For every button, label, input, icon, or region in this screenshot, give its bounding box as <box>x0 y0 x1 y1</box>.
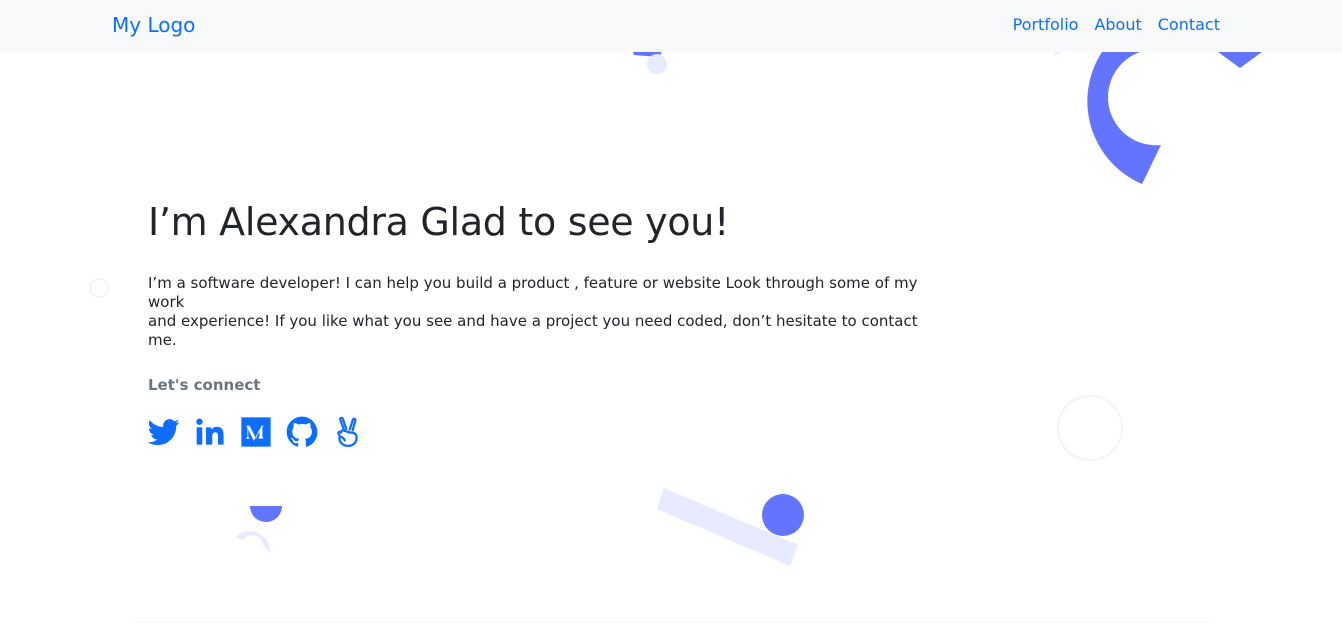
deco-small-line <box>1052 52 1062 56</box>
connect-label: Let's connect <box>148 375 261 394</box>
deco-top-dot <box>647 54 667 74</box>
deco-left-ring <box>89 278 109 298</box>
deco-bottom-dot <box>762 494 804 536</box>
nav-link-about[interactable]: About <box>1094 15 1141 34</box>
nav-link-portfolio[interactable]: Portfolio <box>1013 15 1079 34</box>
github-link[interactable] <box>286 416 318 448</box>
navbar: My Logo Portfolio About Contact <box>0 0 1342 52</box>
angellist-link[interactable] <box>332 416 364 448</box>
linkedin-icon <box>196 418 224 445</box>
page: My Logo Portfolio About Contact I’m Alex… <box>0 0 1342 625</box>
deco-light-arc <box>236 531 271 552</box>
nav-links: Portfolio About Contact <box>1013 15 1220 34</box>
twitter-link[interactable] <box>148 416 180 448</box>
linkedin-link[interactable] <box>194 416 226 448</box>
hero-description-line2: and experience! If you like what you see… <box>148 311 918 349</box>
deco-right-ring <box>1057 395 1123 461</box>
twitter-icon <box>148 418 180 445</box>
hero-description-line1: I’m a software developer! I can help you… <box>148 273 918 311</box>
deco-half-disc <box>250 506 282 522</box>
nav-link-contact[interactable]: Contact <box>1158 15 1220 34</box>
deco-big-arc <box>1087 52 1161 184</box>
medium-icon <box>241 416 271 447</box>
social-links <box>148 416 948 448</box>
deco-arc-tip <box>1218 52 1262 68</box>
logo-link[interactable]: My Logo <box>112 13 195 37</box>
github-icon <box>286 416 318 447</box>
hero-section: I’m Alexandra Glad to see you! I’m a sof… <box>148 200 948 448</box>
hero-heading: I’m Alexandra Glad to see you! <box>148 200 730 244</box>
angellist-icon <box>337 416 358 447</box>
hero-description: I’m a software developer! I can help you… <box>148 274 938 350</box>
medium-link[interactable] <box>240 416 272 448</box>
